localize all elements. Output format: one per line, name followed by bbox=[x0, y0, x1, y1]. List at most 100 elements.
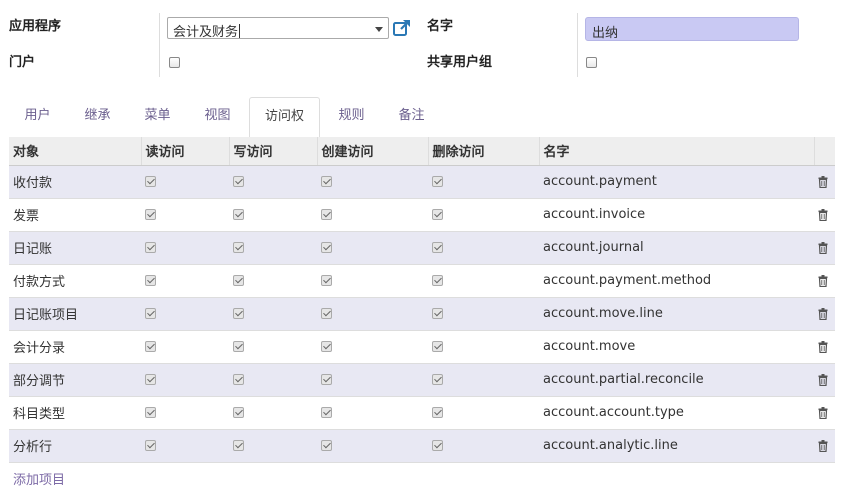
tab-notes[interactable]: 备注 bbox=[383, 97, 440, 137]
column-header-create[interactable]: 创建访问 bbox=[316, 137, 428, 166]
write-cell[interactable] bbox=[229, 363, 317, 397]
name-cell[interactable]: account.account.type bbox=[539, 396, 814, 430]
delete-cell[interactable] bbox=[428, 165, 539, 199]
table-row[interactable]: 科目类型 account.account.type bbox=[9, 396, 835, 430]
delete-cell[interactable] bbox=[428, 297, 539, 331]
create-cell[interactable] bbox=[317, 363, 428, 397]
write-cell[interactable] bbox=[229, 198, 317, 232]
create-cell[interactable] bbox=[317, 396, 428, 430]
delete-cell[interactable] bbox=[428, 264, 539, 298]
object-cell[interactable]: 部分调节 bbox=[9, 363, 141, 397]
delete-cell[interactable] bbox=[428, 396, 539, 430]
external-link-icon[interactable] bbox=[392, 18, 412, 38]
trash-icon[interactable] bbox=[818, 175, 828, 188]
table-row[interactable]: 收付款 account.payment bbox=[9, 165, 835, 199]
add-item-link[interactable]: 添加项目 bbox=[13, 469, 65, 488]
trash-icon[interactable] bbox=[818, 406, 828, 419]
write-cell[interactable] bbox=[229, 231, 317, 265]
delete-row-cell[interactable] bbox=[814, 396, 835, 430]
delete-row-cell[interactable] bbox=[814, 165, 835, 199]
trash-icon[interactable] bbox=[818, 439, 828, 452]
trash-icon[interactable] bbox=[818, 241, 828, 254]
table-row[interactable]: 分析行 account.analytic.line bbox=[9, 429, 835, 463]
read-cell[interactable] bbox=[141, 330, 229, 364]
create-cell[interactable] bbox=[317, 297, 428, 331]
read-cell[interactable] bbox=[141, 231, 229, 265]
name-cell[interactable]: account.invoice bbox=[539, 198, 814, 232]
trash-icon[interactable] bbox=[818, 340, 828, 353]
create-cell[interactable] bbox=[317, 198, 428, 232]
table-row[interactable]: 付款方式 account.payment.method bbox=[9, 264, 835, 298]
tab-inherited[interactable]: 继承 bbox=[69, 97, 126, 137]
write-cell[interactable] bbox=[229, 396, 317, 430]
object-cell[interactable]: 收付款 bbox=[9, 165, 141, 199]
name-cell[interactable]: account.analytic.line bbox=[539, 429, 814, 463]
trash-icon[interactable] bbox=[818, 307, 828, 320]
delete-row-cell[interactable] bbox=[814, 264, 835, 298]
shared-checkbox[interactable] bbox=[586, 57, 597, 68]
create-cell[interactable] bbox=[317, 429, 428, 463]
trash-icon[interactable] bbox=[818, 274, 828, 287]
write-cell[interactable] bbox=[229, 330, 317, 364]
read-cell[interactable] bbox=[141, 165, 229, 199]
create-cell[interactable] bbox=[317, 264, 428, 298]
delete-row-cell[interactable] bbox=[814, 297, 835, 331]
tab-users[interactable]: 用户 bbox=[9, 97, 66, 137]
read-cell[interactable] bbox=[141, 297, 229, 331]
object-cell[interactable]: 发票 bbox=[9, 198, 141, 232]
create-cell[interactable] bbox=[317, 231, 428, 265]
table-row[interactable]: 日记账 account.journal bbox=[9, 231, 835, 265]
read-cell[interactable] bbox=[141, 264, 229, 298]
read-cell[interactable] bbox=[141, 363, 229, 397]
column-header-delete[interactable]: 删除访问 bbox=[427, 137, 539, 166]
tab-views[interactable]: 视图 bbox=[189, 97, 246, 137]
object-cell[interactable]: 分析行 bbox=[9, 429, 141, 463]
tab-rules[interactable]: 规则 bbox=[323, 97, 380, 137]
create-cell[interactable] bbox=[317, 330, 428, 364]
trash-icon[interactable] bbox=[818, 373, 828, 386]
delete-cell[interactable] bbox=[428, 429, 539, 463]
column-header-name[interactable]: 名字 bbox=[538, 137, 814, 166]
create-cell[interactable] bbox=[317, 165, 428, 199]
delete-cell[interactable] bbox=[428, 363, 539, 397]
write-cell[interactable] bbox=[229, 165, 317, 199]
tab-menus[interactable]: 菜单 bbox=[129, 97, 186, 137]
chevron-down-icon[interactable] bbox=[375, 27, 383, 32]
name-field[interactable]: 出纳 bbox=[585, 17, 799, 41]
name-cell[interactable]: account.move.line bbox=[539, 297, 814, 331]
table-row[interactable]: 日记账项目 account.move.line bbox=[9, 297, 835, 331]
delete-row-cell[interactable] bbox=[814, 231, 835, 265]
object-cell[interactable]: 科目类型 bbox=[9, 396, 141, 430]
read-cell[interactable] bbox=[141, 396, 229, 430]
name-cell[interactable]: account.partial.reconcile bbox=[539, 363, 814, 397]
write-cell[interactable] bbox=[229, 429, 317, 463]
portal-checkbox[interactable] bbox=[169, 57, 180, 68]
delete-row-cell[interactable] bbox=[814, 198, 835, 232]
delete-row-cell[interactable] bbox=[814, 363, 835, 397]
name-cell[interactable]: account.payment bbox=[539, 165, 814, 199]
name-cell[interactable]: account.payment.method bbox=[539, 264, 814, 298]
column-header-read[interactable]: 读访问 bbox=[140, 137, 229, 166]
delete-cell[interactable] bbox=[428, 231, 539, 265]
tab-access-rights[interactable]: 访问权 bbox=[249, 97, 320, 138]
application-select[interactable]: 会计及财务 bbox=[167, 17, 389, 40]
name-cell[interactable]: account.journal bbox=[539, 231, 814, 265]
object-cell[interactable]: 日记账 bbox=[9, 231, 141, 265]
write-cell[interactable] bbox=[229, 264, 317, 298]
table-row[interactable]: 部分调节 account.partial.reconcile bbox=[9, 363, 835, 397]
table-row[interactable]: 发票 account.invoice bbox=[9, 198, 835, 232]
column-header-object[interactable]: 对象 bbox=[9, 137, 141, 166]
read-cell[interactable] bbox=[141, 198, 229, 232]
trash-icon[interactable] bbox=[818, 208, 828, 221]
object-cell[interactable]: 日记账项目 bbox=[9, 297, 141, 331]
delete-cell[interactable] bbox=[428, 198, 539, 232]
read-cell[interactable] bbox=[141, 429, 229, 463]
name-cell[interactable]: account.move bbox=[539, 330, 814, 364]
column-header-write[interactable]: 写访问 bbox=[228, 137, 317, 166]
write-cell[interactable] bbox=[229, 297, 317, 331]
object-cell[interactable]: 付款方式 bbox=[9, 264, 141, 298]
delete-cell[interactable] bbox=[428, 330, 539, 364]
delete-row-cell[interactable] bbox=[814, 330, 835, 364]
object-cell[interactable]: 会计分录 bbox=[9, 330, 141, 364]
delete-row-cell[interactable] bbox=[814, 429, 835, 463]
